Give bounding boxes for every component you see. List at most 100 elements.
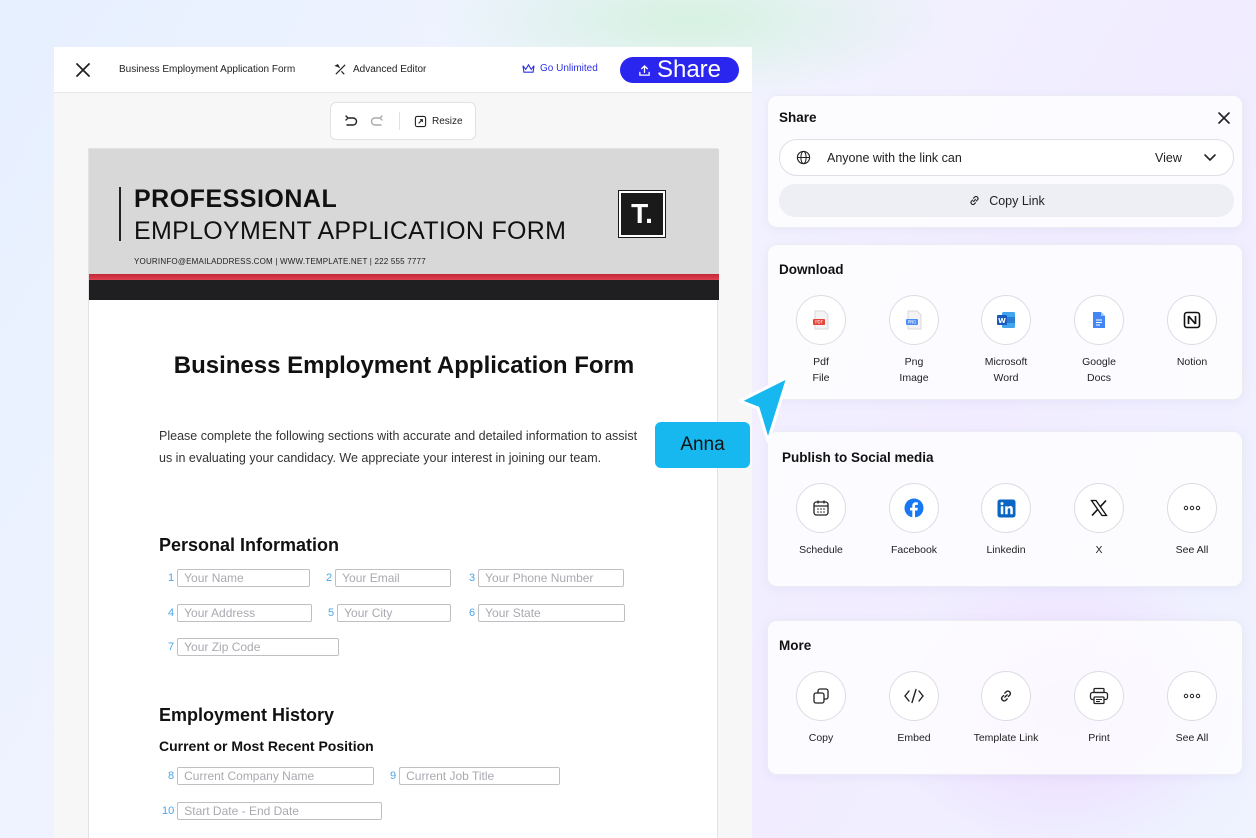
option-circle — [1167, 295, 1217, 345]
name-field[interactable]: Your Name — [177, 569, 311, 587]
current-position-heading: Current or Most Recent Position — [159, 738, 374, 754]
field-number: 9 — [390, 770, 397, 782]
download-pdf-option[interactable]: PDF Pdf File — [781, 295, 861, 386]
share-button[interactable]: Share — [620, 57, 739, 83]
png-icon: PNG — [906, 310, 922, 330]
link-access-select[interactable]: Anyone with the link can View — [779, 139, 1234, 176]
facebook-option[interactable]: Facebook — [874, 483, 954, 558]
editor-window: Business Employment Application Form Adv… — [54, 47, 752, 838]
print-option[interactable]: Print — [1059, 671, 1139, 746]
option-label: See All — [1175, 544, 1209, 556]
document-title: Business Employment Application Form — [119, 64, 296, 75]
download-notion-option[interactable]: Notion — [1152, 295, 1232, 370]
option-circle — [889, 671, 939, 721]
redo-icon[interactable] — [369, 113, 385, 129]
field-number: 7 — [168, 641, 175, 653]
google-docs-icon — [1093, 312, 1105, 328]
go-unlimited-link[interactable]: Go Unlimited — [522, 63, 598, 74]
option-label: Template Link — [973, 732, 1039, 744]
field-number: 3 — [469, 572, 476, 584]
advanced-editor-label: Advanced Editor — [353, 64, 427, 75]
option-label-line: Image — [899, 372, 929, 384]
advanced-editor-button[interactable]: Advanced Editor — [334, 63, 426, 76]
option-label: Embed — [897, 732, 931, 744]
globe-icon — [796, 150, 811, 165]
link-icon — [1001, 690, 1011, 702]
form-field[interactable]: 2 Your Email — [326, 569, 452, 587]
city-field[interactable]: Your City — [337, 604, 452, 622]
code-icon — [904, 688, 924, 704]
x-icon — [1090, 499, 1108, 517]
close-icon[interactable] — [1216, 110, 1232, 126]
option-label-line: Docs — [1087, 372, 1111, 384]
form-field[interactable]: 1 Your Name — [168, 569, 311, 587]
option-label-line: Png — [904, 356, 924, 368]
document-page[interactable]: PROFESSIONAL EMPLOYMENT APPLICATION FORM… — [88, 148, 719, 838]
header-title-line2: EMPLOYMENT APPLICATION FORM — [134, 217, 567, 245]
linkedin-option[interactable]: Linkedin — [966, 483, 1046, 558]
download-google-docs-option[interactable]: Google Docs — [1059, 295, 1139, 386]
go-unlimited-label: Go Unlimited — [540, 63, 598, 74]
header-contact: YOURINFO@EMAILADDRESS.COM | WWW.TEMPLATE… — [134, 257, 426, 266]
phone-field[interactable]: Your Phone Number — [478, 569, 625, 587]
option-label: Png Image — [874, 354, 954, 386]
state-field[interactable]: Your State — [478, 604, 626, 622]
form-field[interactable]: 3 Your Phone Number — [469, 569, 625, 587]
option-circle — [796, 671, 846, 721]
collaborator-name-tag: Anna — [655, 422, 750, 468]
social-panel-title: Publish to Social media — [782, 450, 934, 465]
svg-text:PDF: PDF — [815, 320, 823, 325]
copy-option[interactable]: Copy — [781, 671, 861, 746]
option-circle — [1167, 483, 1217, 533]
form-field[interactable]: 7 Your Zip Code — [168, 638, 340, 656]
option-label: Microsoft Word — [966, 354, 1046, 386]
form-field[interactable]: 5 Your City — [328, 604, 452, 622]
access-level: View — [1155, 151, 1182, 165]
social-media-panel: Publish to Social media Schedule Faceboo… — [767, 431, 1243, 587]
zip-field[interactable]: Your Zip Code — [177, 638, 340, 656]
job-title-field[interactable]: Current Job Title — [399, 767, 561, 785]
download-panel: Download PDF Pdf File PNG Png Image W Mi… — [767, 244, 1243, 400]
template-logo: T. — [618, 190, 666, 238]
resize-label: Resize — [432, 115, 463, 127]
form-intro: Please complete the following sections w… — [159, 429, 638, 465]
field-number: 4 — [168, 607, 175, 619]
email-field[interactable]: Your Email — [335, 569, 452, 587]
schedule-option[interactable]: Schedule — [781, 483, 861, 558]
form-field[interactable]: 9 Current Job Title — [390, 767, 561, 785]
close-icon[interactable] — [74, 61, 92, 79]
share-button-label: Share — [656, 56, 722, 83]
option-circle — [1074, 671, 1124, 721]
undo-icon[interactable] — [343, 113, 359, 129]
form-field[interactable]: 8 Current Company Name — [168, 767, 375, 785]
option-label-line: File — [812, 372, 830, 384]
x-option[interactable]: X — [1059, 483, 1139, 558]
header-dark-stripe — [89, 280, 719, 300]
employment-history-heading: Employment History — [159, 705, 335, 725]
embed-option[interactable]: Embed — [874, 671, 954, 746]
template-link-option[interactable]: Template Link — [966, 671, 1046, 746]
form-field[interactable]: 4 Your Address — [168, 604, 313, 622]
option-circle — [889, 483, 939, 533]
resize-button[interactable]: Resize — [414, 115, 463, 128]
download-png-option[interactable]: PNG Png Image — [874, 295, 954, 386]
address-field[interactable]: Your Address — [177, 604, 313, 622]
header-accent-bar — [119, 187, 121, 241]
option-circle — [1167, 671, 1217, 721]
option-label: Pdf File — [781, 354, 861, 386]
company-name-field[interactable]: Current Company Name — [177, 767, 375, 785]
chevron-down-icon — [1204, 154, 1216, 162]
option-label: See All — [1175, 732, 1209, 744]
form-field[interactable]: 6 Your State — [469, 604, 626, 622]
crown-icon — [522, 63, 535, 73]
date-range-field[interactable]: Start Date - End Date — [177, 802, 383, 820]
svg-text:W: W — [998, 317, 1006, 325]
download-word-option[interactable]: W Microsoft Word — [966, 295, 1046, 386]
social-see-all-option[interactable]: See All — [1152, 483, 1232, 558]
more-panel-title: More — [779, 638, 812, 653]
form-title: Business Employment Application Form — [173, 352, 635, 379]
more-see-all-option[interactable]: See All — [1152, 671, 1232, 746]
form-field[interactable]: 10 Start Date - End Date — [162, 802, 383, 820]
copy-link-button[interactable]: Copy Link — [779, 184, 1234, 217]
svg-text:PNG: PNG — [908, 320, 917, 325]
